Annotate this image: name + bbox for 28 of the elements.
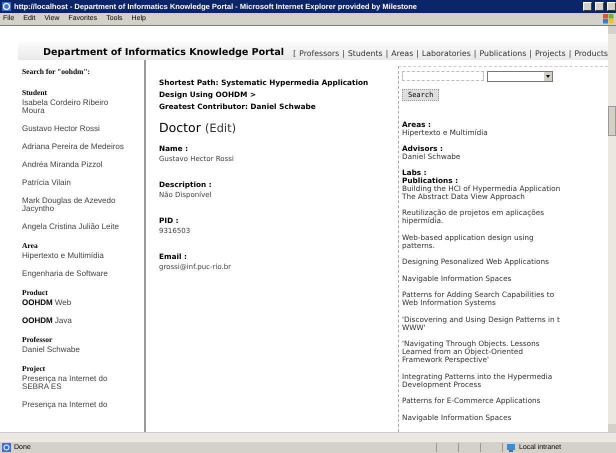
result-link[interactable]: Angela Cristina Julião Leite <box>22 222 144 231</box>
page-title: Doctor <box>159 120 201 135</box>
result-link[interactable]: OOHDM Java <box>22 316 144 325</box>
result-link[interactable]: Presença na Internet do <box>22 400 144 409</box>
result-link[interactable]: Mark Douglas de Azevedo Jacyntho <box>22 196 144 213</box>
search-field[interactable] <box>402 70 484 81</box>
page-icon <box>2 443 11 452</box>
result-link[interactable]: Isabela Cordeiro Ribeiro Moura <box>22 98 144 115</box>
horizontal-scrollbar[interactable] <box>0 432 616 442</box>
dropdown[interactable] <box>487 70 553 82</box>
browser-icon <box>2 2 11 11</box>
close-button[interactable] <box>607 2 616 11</box>
dropdown-arrow-icon <box>544 72 552 81</box>
result-link[interactable]: Patrícia Vilain <box>22 178 144 187</box>
result-link[interactable]: Engenharia de Software <box>22 270 144 278</box>
edit-link[interactable]: (Edit) <box>204 120 236 135</box>
minimize-button[interactable] <box>583 2 592 11</box>
result-link[interactable]: Adriana Pereira de Medeiros <box>22 142 144 151</box>
maximize-button[interactable] <box>595 2 604 11</box>
portal-title: Department of Informatics Knowledge Portal <box>43 46 284 58</box>
result-link[interactable]: Gustavo Hector Rossi <box>22 124 144 133</box>
result-link[interactable]: Andréa Miranda Pizzol <box>22 160 144 169</box>
result-link[interactable]: OOHDM Web <box>22 298 144 307</box>
result-link[interactable]: Presença na Internet do SEBRA ES <box>22 374 144 391</box>
result-link[interactable]: Daniel Schwabe <box>22 346 144 354</box>
result-link[interactable]: Hipertexto e Multimídia <box>22 252 144 260</box>
network-icon <box>506 443 516 452</box>
windows-flag-icon <box>603 14 614 24</box>
